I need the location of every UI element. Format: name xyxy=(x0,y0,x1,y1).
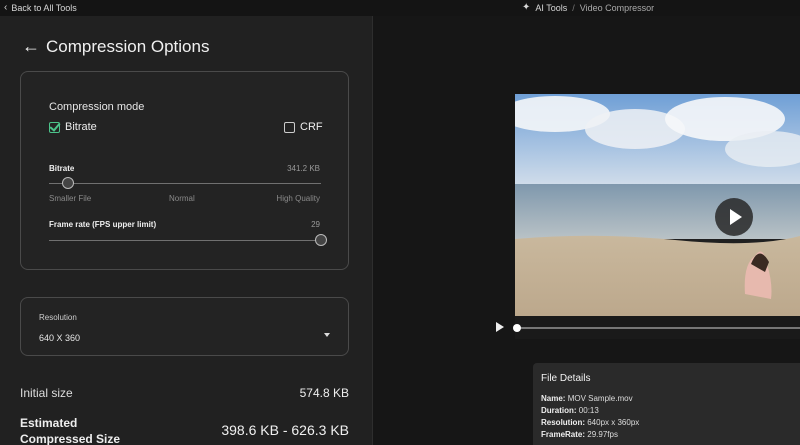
video-progress-track[interactable] xyxy=(519,327,800,329)
compression-mode-label: Compression mode xyxy=(49,101,145,113)
bitrate-slider-track[interactable] xyxy=(49,183,321,184)
arrow-left-icon[interactable]: ← xyxy=(22,36,40,57)
top-bar: ‹ Back to All Tools ✦ AI Tools / Video C… xyxy=(0,0,800,16)
estimated-size-label: Estimated Compressed Size xyxy=(20,416,121,445)
file-detail-row: Resolution: 640px x 360px xyxy=(541,417,792,429)
resolution-label: Resolution xyxy=(39,313,77,322)
bitrate-slider-label: Bitrate xyxy=(49,164,75,173)
video-frame xyxy=(515,94,800,316)
slider-tick-normal: Normal xyxy=(169,194,195,203)
file-detail-key: Resolution: xyxy=(541,418,585,427)
chevron-left-icon: ‹ xyxy=(4,2,8,13)
file-detail-value: 29.97fps xyxy=(587,430,618,439)
checkbox-checked-icon xyxy=(49,121,60,133)
estimated-size-value: 398.6 KB - 626.3 KB xyxy=(221,422,349,438)
file-detail-row: FrameRate: 29.97fps xyxy=(541,429,792,441)
bitrate-option-label: Bitrate xyxy=(65,121,97,133)
back-to-tools-link[interactable]: ‹ Back to All Tools xyxy=(4,2,77,13)
file-detail-value: 00:13 xyxy=(578,406,599,415)
compression-mode-card: Compression mode Bitrate CRF Bitrate 341… xyxy=(20,71,349,270)
framerate-slider-value: 29 xyxy=(311,220,320,229)
framerate-slider-track[interactable] xyxy=(49,240,321,241)
sparkle-icon: ✦ xyxy=(522,2,531,13)
file-details-panel: File Details Name: MOV Sample.mov Durati… xyxy=(533,363,800,445)
framerate-slider-handle[interactable] xyxy=(315,234,327,246)
breadcrumb: ✦ AI Tools / Video Compressor xyxy=(522,2,654,13)
bitrate-slider-value: 341.2 KB xyxy=(287,164,320,173)
file-detail-key: FrameRate: xyxy=(541,430,586,439)
slider-tick-smaller-file: Smaller File xyxy=(49,194,92,203)
caret-down-icon xyxy=(324,333,330,337)
initial-size-value: 574.8 KB xyxy=(299,386,349,400)
preview-panel: File Details Name: MOV Sample.mov Durati… xyxy=(373,16,800,445)
play-overlay-button[interactable] xyxy=(715,198,753,236)
back-link-label: Back to All Tools xyxy=(11,2,77,13)
file-detail-key: Name: xyxy=(541,394,566,403)
bitrate-checkbox[interactable]: Bitrate xyxy=(49,121,97,133)
slider-tick-high-quality: High Quality xyxy=(276,194,320,203)
breadcrumb-current: Video Compressor xyxy=(579,2,655,13)
framerate-slider-label: Frame rate (FPS upper limit) xyxy=(49,220,157,229)
file-detail-row: Duration: 00:13 xyxy=(541,405,792,417)
page-title: ← Compression Options xyxy=(22,36,209,57)
file-detail-value: MOV Sample.mov xyxy=(567,394,633,403)
file-details-title: File Details xyxy=(541,373,591,384)
resolution-select[interactable]: Resolution 640 X 360 xyxy=(20,297,349,356)
breadcrumb-ai-tools[interactable]: AI Tools xyxy=(535,3,567,13)
play-icon[interactable] xyxy=(496,322,504,332)
video-player[interactable] xyxy=(515,94,800,339)
file-detail-key: Duration: xyxy=(541,406,577,415)
crf-option-label: CRF xyxy=(300,121,323,133)
checkbox-unchecked-icon xyxy=(284,121,295,133)
file-detail-value: 640px x 360px xyxy=(587,418,640,427)
video-progress-handle[interactable] xyxy=(513,324,521,332)
page-title-text: Compression Options xyxy=(46,36,210,56)
breadcrumb-separator: / xyxy=(572,2,575,13)
file-detail-row: Name: MOV Sample.mov xyxy=(541,393,792,405)
bitrate-slider-handle[interactable] xyxy=(62,177,75,189)
options-panel: ← Compression Options Compression mode B… xyxy=(0,16,372,445)
crf-checkbox[interactable]: CRF xyxy=(284,121,323,133)
resolution-value: 640 X 360 xyxy=(39,333,81,343)
initial-size-label: Initial size xyxy=(20,386,73,400)
